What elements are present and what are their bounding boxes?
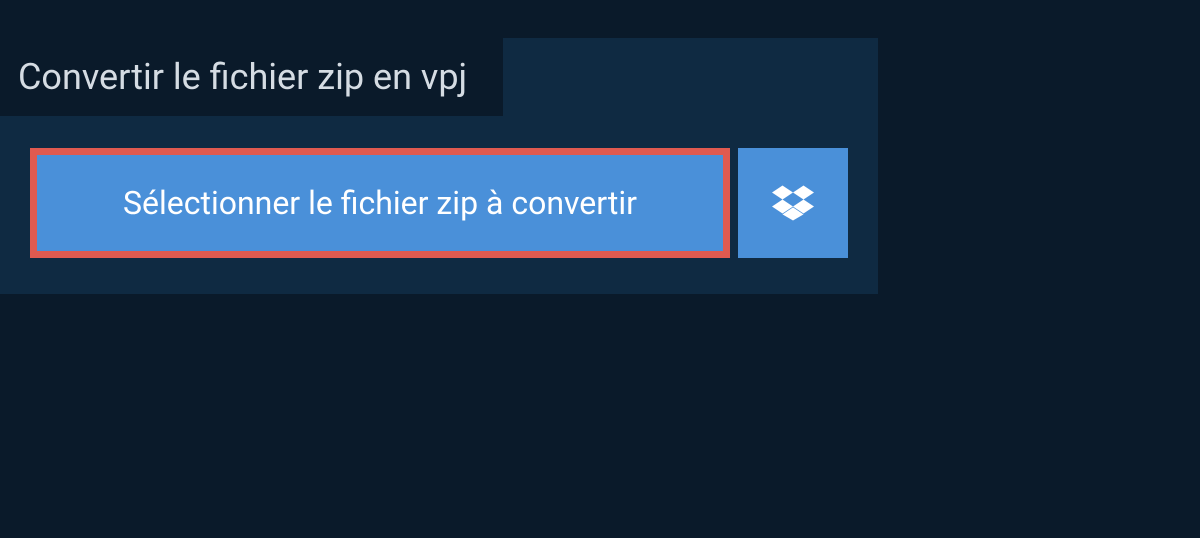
select-file-button[interactable]: Sélectionner le fichier zip à convertir (30, 148, 730, 258)
dropbox-button[interactable] (738, 148, 848, 258)
title-bar: Convertir le fichier zip en vpj (0, 38, 503, 116)
button-row: Sélectionner le fichier zip à convertir (0, 116, 878, 294)
dropbox-icon (772, 182, 814, 224)
select-file-label: Sélectionner le fichier zip à convertir (123, 184, 637, 222)
converter-panel: Convertir le fichier zip en vpj Sélectio… (0, 38, 878, 294)
page-title: Convertir le fichier zip en vpj (18, 56, 467, 98)
